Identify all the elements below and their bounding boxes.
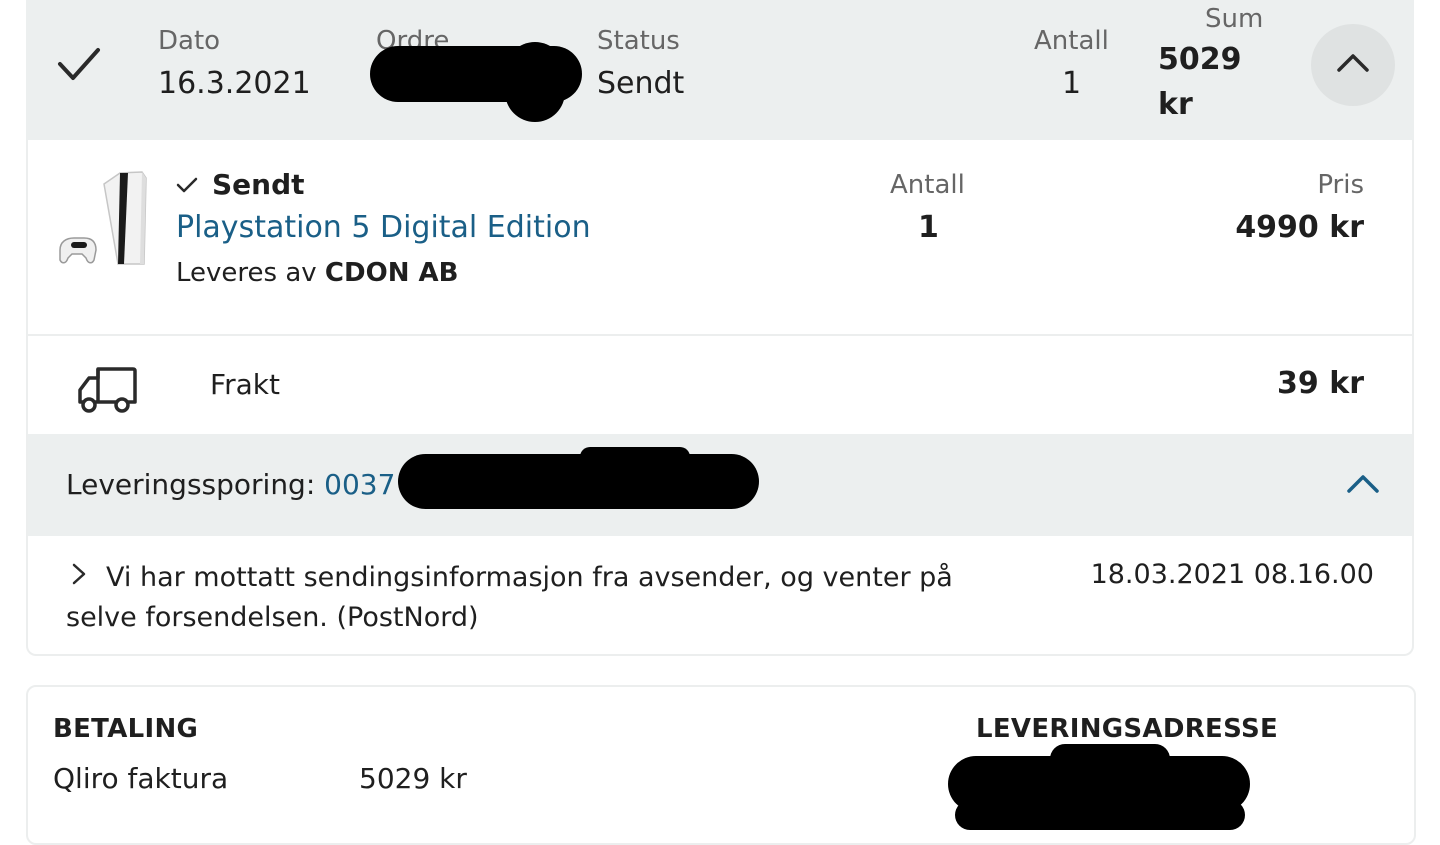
tracking-number-link[interactable]: 0037 (324, 468, 395, 501)
date-label: Dato (158, 26, 221, 56)
sum-label: Sum (1205, 4, 1264, 34)
status-value: Sendt (597, 66, 685, 101)
chevron-up-icon (1337, 54, 1369, 72)
divider (28, 334, 1412, 336)
status-label: Status (597, 26, 680, 56)
redacted-tracking-number (398, 454, 759, 509)
delivered-by-prefix: Leveres av (176, 258, 317, 288)
shipping-price: 39 kr (1277, 366, 1364, 401)
redacted-order-number-part (505, 42, 565, 122)
payment-amount: 5029 kr (359, 762, 467, 795)
redacted-tracking-number-part (580, 447, 690, 467)
payment-heading: BETALING (53, 714, 199, 744)
sum-value: 5029 (1158, 42, 1242, 77)
quantity-label: Antall (1034, 26, 1109, 56)
redacted-address-part (1050, 744, 1170, 774)
date-value: 16.3.2021 (158, 66, 311, 101)
redacted-address-line2 (955, 800, 1245, 830)
quantity-value: 1 (1062, 66, 1082, 101)
tracking-event-time: 18.03.2021 08.16.00 (1090, 559, 1374, 590)
seller-name: CDON AB (324, 258, 459, 288)
delivered-by: Leveres av CDON AB (176, 258, 458, 288)
sum-unit: kr (1158, 87, 1193, 122)
product-link[interactable]: Playstation 5 Digital Edition (176, 210, 591, 245)
tracking-chevron-up-icon[interactable] (1346, 473, 1380, 495)
payment-method: Qliro faktura (53, 762, 229, 795)
shipping-label: Frakt (210, 368, 280, 401)
tracking-label: Leveringssporing: (66, 468, 316, 501)
item-check-icon (176, 177, 198, 193)
item-price-value: 4990 kr (1235, 210, 1364, 245)
tracking-line: Leveringssporing: 0037 (66, 468, 395, 501)
truck-icon (78, 367, 137, 413)
check-icon (58, 48, 100, 80)
item-status: Sendt (212, 168, 305, 201)
product-image[interactable] (54, 168, 154, 268)
item-quantity-label: Antall (890, 170, 965, 200)
item-quantity-value: 1 (918, 210, 939, 245)
delivery-address-heading: LEVERINGSADRESSE (976, 714, 1279, 744)
collapse-order-button[interactable] (1311, 24, 1395, 106)
item-price-label: Pris (1317, 170, 1364, 200)
tracking-event-text: Vi har mottatt sendingsinformasjon fra a… (66, 562, 953, 633)
